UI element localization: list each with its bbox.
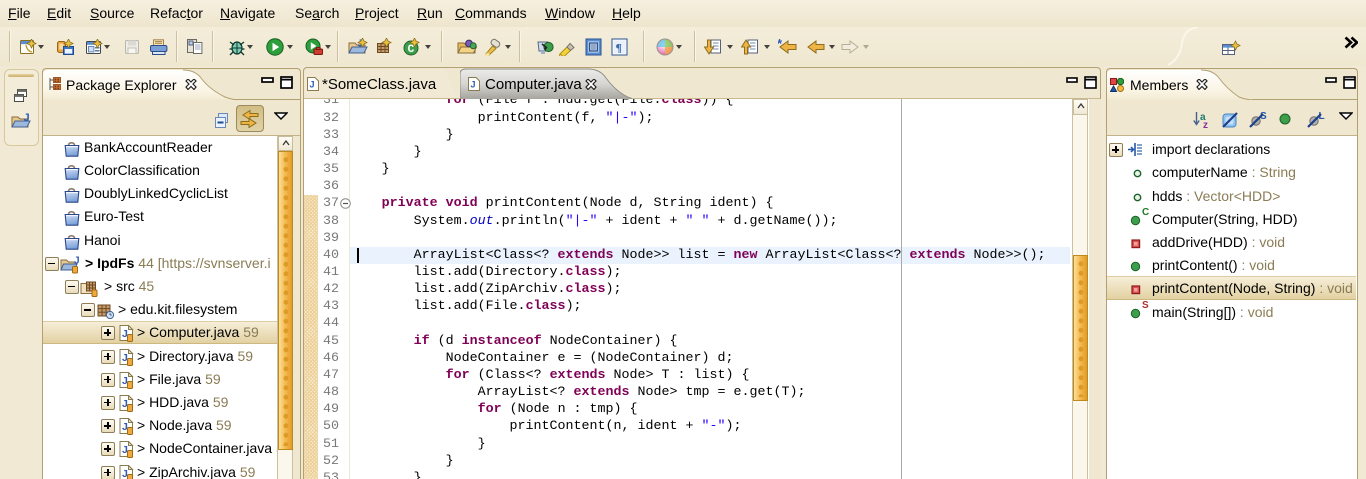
svg-text:J: J bbox=[74, 256, 80, 267]
svg-text:J: J bbox=[471, 80, 476, 90]
svg-text:J: J bbox=[24, 112, 30, 124]
svg-text:J: J bbox=[310, 80, 315, 90]
svg-text:z: z bbox=[1203, 120, 1208, 129]
svg-text:¶: ¶ bbox=[616, 41, 622, 55]
